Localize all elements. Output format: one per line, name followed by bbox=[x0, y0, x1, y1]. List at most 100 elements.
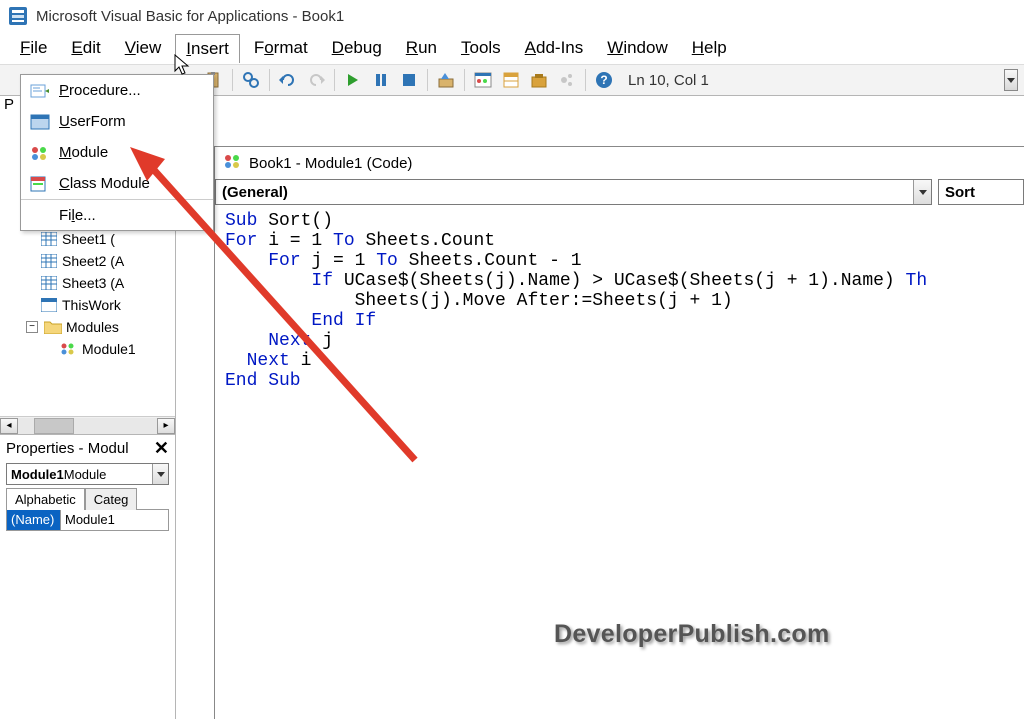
menu-item-label: Module bbox=[59, 144, 108, 161]
code-text bbox=[225, 331, 268, 351]
toolbar-separator bbox=[427, 69, 428, 91]
menu-format[interactable]: Format bbox=[244, 34, 318, 62]
code-window: Book1 - Module1 (Code) (General) Sort Su… bbox=[214, 146, 1024, 719]
run-icon[interactable] bbox=[341, 68, 365, 92]
code-text: i = 1 bbox=[257, 231, 333, 251]
menu-insert-userform[interactable]: UserForm bbox=[21, 106, 213, 137]
code-dropdowns: (General) Sort bbox=[215, 179, 1024, 205]
tree-item-sheet3[interactable]: Sheet3 (A bbox=[0, 272, 175, 294]
stop-icon[interactable] bbox=[397, 68, 421, 92]
tree-item-label: Modules bbox=[66, 319, 119, 335]
combo-value: Sort bbox=[945, 184, 975, 201]
pause-icon[interactable] bbox=[369, 68, 393, 92]
code-kw: End Sub bbox=[225, 371, 301, 391]
toolbar-separator bbox=[269, 69, 270, 91]
project-explorer-icon[interactable] bbox=[471, 68, 495, 92]
object-browser-icon[interactable] bbox=[555, 68, 579, 92]
menu-insert-procedure[interactable]: Procedure... bbox=[21, 75, 213, 106]
tree-item-label: Module1 bbox=[82, 341, 136, 357]
properties-object-combo[interactable]: Module1 Module bbox=[6, 463, 169, 485]
menu-debug[interactable]: Debug bbox=[322, 34, 392, 62]
menu-run[interactable]: Run bbox=[396, 34, 447, 62]
worksheet-icon bbox=[40, 253, 58, 269]
blank-icon bbox=[29, 205, 51, 225]
vba-app-icon bbox=[6, 4, 30, 28]
code-text: j = 1 bbox=[301, 251, 377, 271]
project-explorer-label: P bbox=[4, 96, 14, 113]
property-row[interactable]: (Name) Module1 bbox=[7, 510, 168, 530]
scroll-left-icon[interactable]: ◂ bbox=[0, 418, 18, 434]
property-value[interactable]: Module1 bbox=[61, 510, 168, 530]
close-icon[interactable]: ✕ bbox=[154, 438, 169, 459]
menu-insert-file[interactable]: File... bbox=[21, 199, 213, 230]
menu-file[interactable]: File bbox=[10, 34, 57, 62]
combo-object-type: Module bbox=[64, 467, 107, 482]
toolbar-separator bbox=[464, 69, 465, 91]
toolbar-combo-arrow[interactable] bbox=[1004, 69, 1018, 91]
code-text: j bbox=[311, 331, 333, 351]
code-kw: For bbox=[225, 231, 257, 251]
code-kw: For bbox=[268, 251, 300, 271]
menu-item-label: File... bbox=[59, 207, 96, 224]
tree-folder-modules[interactable]: − Modules bbox=[0, 316, 175, 338]
menu-window[interactable]: Window bbox=[597, 34, 677, 62]
menu-addins[interactable]: Add-Ins bbox=[515, 34, 594, 62]
code-text: Sheets.Count - 1 bbox=[398, 251, 582, 271]
help-icon[interactable]: ? bbox=[592, 68, 616, 92]
combo-object-name: Module1 bbox=[11, 467, 64, 482]
code-window-titlebar[interactable]: Book1 - Module1 (Code) bbox=[215, 147, 1024, 179]
object-combo[interactable]: (General) bbox=[215, 179, 932, 205]
tree-item-module1[interactable]: Module1 bbox=[0, 338, 175, 360]
properties-tabs: Alphabetic Categ bbox=[6, 487, 169, 509]
menu-tools[interactable]: Tools bbox=[451, 34, 511, 62]
toolbox-icon[interactable] bbox=[527, 68, 551, 92]
procedure-combo[interactable]: Sort bbox=[938, 179, 1024, 205]
code-kw: To bbox=[376, 251, 398, 271]
tree-item-label: ThisWork bbox=[62, 297, 121, 313]
code-kw: End If bbox=[311, 311, 376, 331]
code-text bbox=[225, 351, 247, 371]
tab-categorized[interactable]: Categ bbox=[85, 488, 138, 510]
folder-icon bbox=[44, 319, 62, 335]
scroll-track[interactable] bbox=[18, 418, 157, 434]
code-text: Sort() bbox=[257, 211, 333, 231]
menu-insert-module[interactable]: Module bbox=[21, 137, 213, 168]
tree-item-label: Sheet1 ( bbox=[62, 231, 115, 247]
menu-insert-class-module[interactable]: Class Module bbox=[21, 168, 213, 199]
tree-item-thisworkbook[interactable]: ThisWork bbox=[0, 294, 175, 316]
menu-item-label: Procedure... bbox=[59, 82, 141, 99]
code-kw: Next bbox=[247, 351, 290, 371]
scroll-thumb[interactable] bbox=[34, 418, 74, 434]
collapse-icon[interactable]: − bbox=[26, 321, 38, 333]
project-hscrollbar[interactable]: ◂ ▸ bbox=[0, 416, 175, 434]
module-icon bbox=[223, 153, 243, 173]
property-name: (Name) bbox=[7, 510, 61, 530]
properties-title: Properties - Modul ✕ bbox=[0, 435, 175, 461]
menu-view[interactable]: View bbox=[115, 34, 172, 62]
menu-help[interactable]: Help bbox=[682, 34, 737, 62]
tree-item-label: Sheet3 (A bbox=[62, 275, 124, 291]
tree-item-sheet2[interactable]: Sheet2 (A bbox=[0, 250, 175, 272]
code-kw: Next bbox=[268, 331, 311, 351]
undo-icon[interactable] bbox=[276, 68, 300, 92]
redo-icon[interactable] bbox=[304, 68, 328, 92]
code-text: i bbox=[290, 351, 312, 371]
worksheet-icon bbox=[40, 231, 58, 247]
menu-edit[interactable]: Edit bbox=[61, 34, 110, 62]
code-editor[interactable]: Sub Sort() For i = 1 To Sheets.Count For… bbox=[215, 205, 1024, 397]
tab-alphabetic[interactable]: Alphabetic bbox=[6, 488, 85, 510]
workbook-icon bbox=[40, 297, 58, 313]
code-text: Sheets(j).Move After:=Sheets(j + 1) bbox=[225, 291, 733, 311]
chevron-down-icon[interactable] bbox=[152, 464, 168, 484]
class-module-icon bbox=[29, 174, 51, 194]
menu-insert[interactable]: Insert bbox=[175, 34, 240, 63]
chevron-down-icon[interactable] bbox=[913, 180, 931, 204]
scroll-right-icon[interactable]: ▸ bbox=[157, 418, 175, 434]
code-kw: If bbox=[311, 271, 333, 291]
properties-window-icon[interactable] bbox=[499, 68, 523, 92]
code-text bbox=[225, 271, 311, 291]
design-mode-icon[interactable] bbox=[434, 68, 458, 92]
code-kw: Sub bbox=[225, 211, 257, 231]
tree-item-sheet1[interactable]: Sheet1 ( bbox=[0, 228, 175, 250]
find-icon[interactable] bbox=[239, 68, 263, 92]
